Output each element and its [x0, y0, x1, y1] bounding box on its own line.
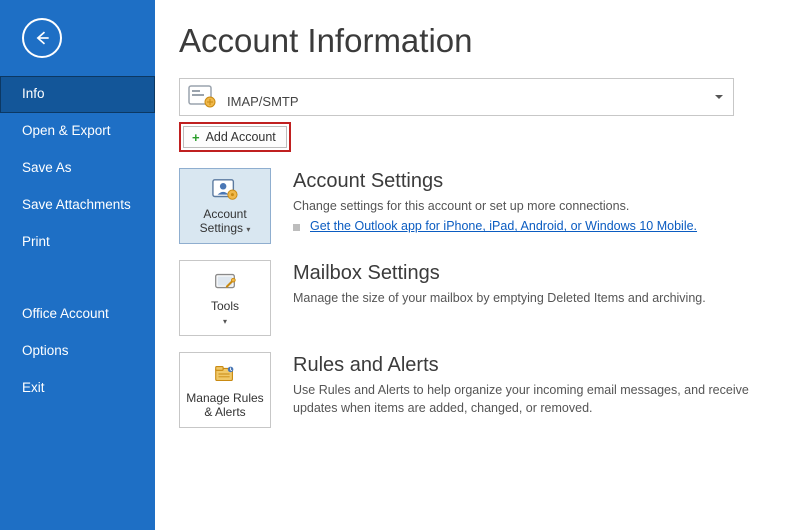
chevron-down-icon — [715, 95, 723, 99]
outlook-app-link[interactable]: Get the Outlook app for iPhone, iPad, An… — [310, 219, 697, 233]
add-account-label: Add Account — [206, 130, 276, 144]
nav-item-info[interactable]: Info — [0, 76, 155, 113]
rules-alerts-icon — [210, 361, 240, 387]
manage-rules-tile[interactable]: Manage Rules & Alerts — [179, 352, 271, 428]
section-desc-account: Change settings for this account or set … — [293, 197, 770, 215]
section-title-rules: Rules and Alerts — [293, 354, 770, 377]
bullet-icon — [293, 224, 300, 231]
nav-item-print[interactable]: Print — [0, 224, 155, 261]
back-button[interactable] — [22, 18, 62, 58]
tile-label-line1: Account — [203, 207, 246, 221]
account-settings-tile[interactable]: Account Settings ▾ — [179, 168, 271, 244]
nav-primary: Info Open & Export Save As Save Attachme… — [0, 76, 155, 260]
add-account-highlight: + Add Account — [179, 122, 291, 152]
page-title: Account Information — [179, 22, 770, 60]
tile-label-line2: & Alerts — [204, 405, 245, 419]
tools-icon — [210, 269, 240, 295]
backstage-sidebar: Info Open & Export Save As Save Attachme… — [0, 0, 155, 530]
nav-item-options[interactable]: Options — [0, 333, 155, 370]
section-desc-rules: Use Rules and Alerts to help organize yo… — [293, 381, 770, 417]
tile-label-line1: Tools — [211, 299, 239, 313]
section-title-mailbox: Mailbox Settings — [293, 262, 770, 285]
tile-label-line1: Manage Rules — [186, 391, 263, 405]
account-dropdown[interactable]: IMAP/SMTP — [179, 78, 734, 116]
chevron-down-icon: ▾ — [223, 317, 227, 326]
section-title-account: Account Settings — [293, 170, 770, 193]
account-settings-icon — [210, 177, 240, 203]
nav-item-office-account[interactable]: Office Account — [0, 296, 155, 333]
nav-item-exit[interactable]: Exit — [0, 370, 155, 407]
back-arrow-icon — [32, 28, 52, 48]
section-desc-mailbox: Manage the size of your mailbox by empty… — [293, 289, 770, 307]
nav-secondary: Office Account Options Exit — [0, 296, 155, 407]
nav-item-open-export[interactable]: Open & Export — [0, 113, 155, 150]
chevron-down-icon: ▾ — [246, 225, 250, 234]
main-content: Account Information IMAP/SMTP + Add Acco… — [155, 0, 800, 530]
account-icon — [185, 80, 219, 114]
nav-item-save-attachments[interactable]: Save Attachments — [0, 187, 155, 224]
tile-label-line2: Settings — [200, 221, 243, 235]
nav-item-save-as[interactable]: Save As — [0, 150, 155, 187]
add-account-button[interactable]: + Add Account — [183, 126, 287, 148]
tools-tile[interactable]: Tools ▾ — [179, 260, 271, 336]
account-type-label: IMAP/SMTP — [227, 94, 299, 115]
plus-icon: + — [192, 131, 200, 144]
